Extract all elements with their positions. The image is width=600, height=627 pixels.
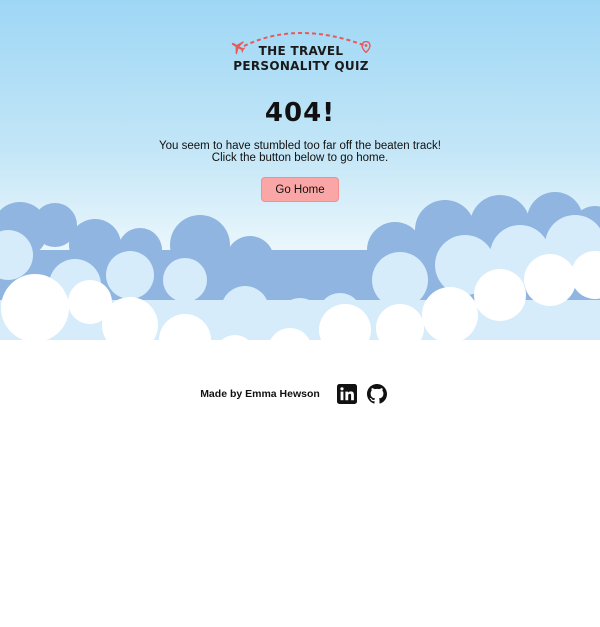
github-icon[interactable] <box>366 384 387 404</box>
author-credit: Made by Emma Hewson <box>200 388 320 400</box>
cloud-layers <box>0 192 600 627</box>
logo-text: THE TRAVEL PERSONALITY QUIZ <box>228 44 374 74</box>
footer: Made by Emma Hewson <box>0 382 600 406</box>
logo-line-2: PERSONALITY QUIZ <box>233 59 369 73</box>
message-line-1: You seem to have stumbled too far off th… <box>159 140 441 152</box>
message-line-2: Click the button below to go home. <box>211 152 389 164</box>
error-message: You seem to have stumbled too far off th… <box>0 140 600 164</box>
error-title: 404! <box>264 98 336 128</box>
quiz-logo[interactable]: THE TRAVEL PERSONALITY QUIZ <box>228 28 374 78</box>
linkedin-icon[interactable] <box>336 384 357 404</box>
logo-line-1: THE TRAVEL <box>258 44 344 58</box>
go-home-button[interactable]: Go Home <box>261 177 339 202</box>
